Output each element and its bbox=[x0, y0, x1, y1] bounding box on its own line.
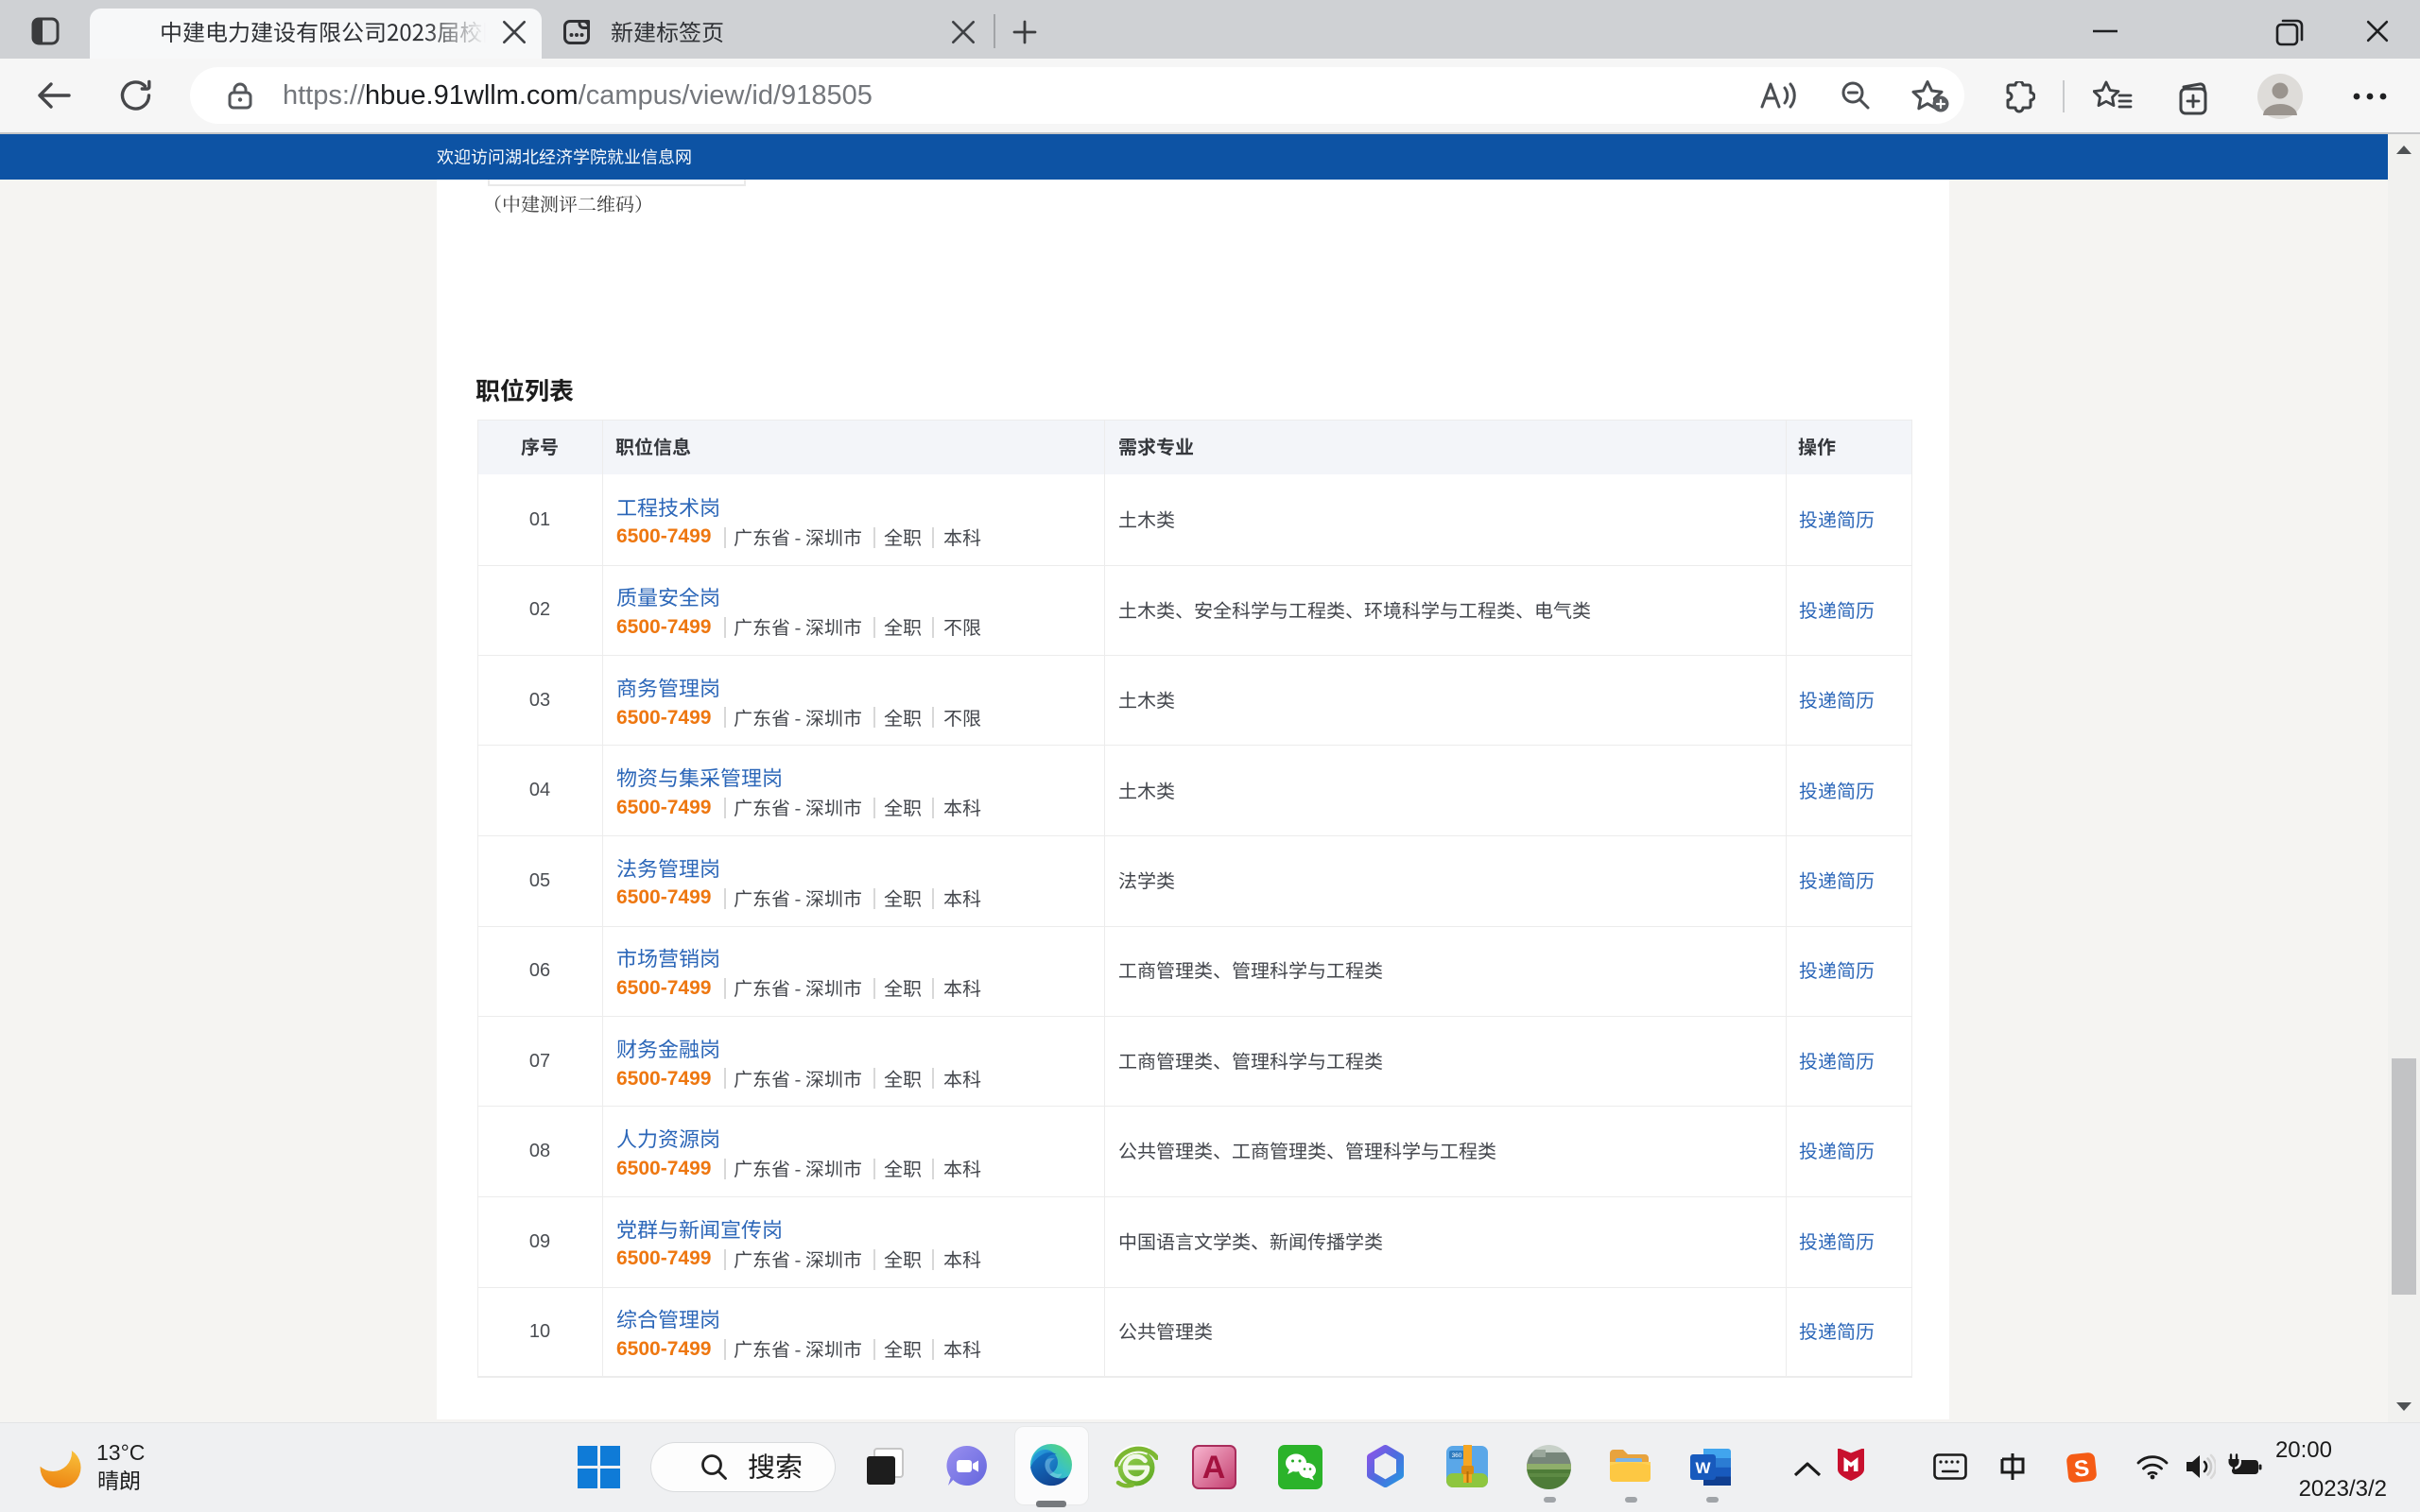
svg-text:360: 360 bbox=[1452, 1452, 1462, 1459]
svg-text:W: W bbox=[1695, 1459, 1711, 1477]
svg-text:A: A bbox=[1202, 1450, 1226, 1486]
svg-text:S: S bbox=[2073, 1455, 2091, 1483]
